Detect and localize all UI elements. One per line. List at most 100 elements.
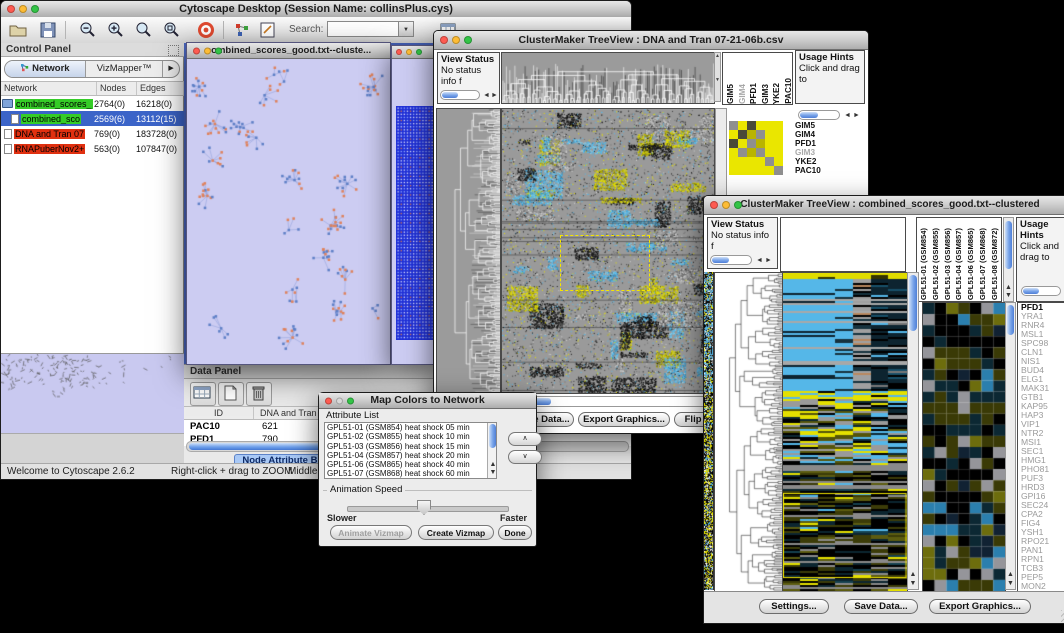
zoom-icon[interactable] (734, 201, 742, 209)
minimize-icon[interactable] (204, 47, 211, 54)
zoom-icon[interactable] (464, 36, 472, 44)
treeview-combined-titlebar[interactable]: ClusterMaker TreeView : combined_scores_… (704, 196, 1064, 215)
scroll-down-icon[interactable]: ▼ (488, 469, 497, 476)
minimize-icon[interactable] (452, 36, 460, 44)
attribute-item[interactable]: GPL51-06 (GSM865) heat shock 40 min (325, 460, 496, 469)
close-icon[interactable] (325, 397, 332, 404)
save-icon[interactable] (37, 20, 59, 40)
network-nodes-icon[interactable] (231, 20, 253, 40)
attribute-item[interactable]: GPL51-03 (GSM856) heat shock 15 min (325, 442, 496, 451)
minimize-icon[interactable] (406, 49, 412, 55)
status-scrollbar[interactable] (710, 255, 752, 265)
attribute-item[interactable]: GPL51-02 (GSM855) heat shock 10 min (325, 432, 496, 441)
network-view-titlebar[interactable]: combined_scores_good.txt--cluste... (187, 43, 390, 59)
zoom-fit-icon[interactable] (161, 20, 183, 40)
open-file-icon[interactable] (7, 20, 29, 40)
close-icon[interactable] (396, 49, 402, 55)
zoom-icon[interactable] (416, 49, 422, 55)
scroll-down-icon[interactable]: ▼ (908, 580, 918, 587)
zoom-out-icon[interactable] (77, 20, 99, 40)
close-icon[interactable] (440, 36, 448, 44)
zoom-selected-icon[interactable] (133, 20, 155, 40)
scroll-right-icon[interactable]: ► (765, 256, 772, 265)
dialog-titlebar[interactable]: Map Colors to Network (319, 393, 536, 409)
network-row[interactable]: combined_scores_2764(0)16218(0) (1, 96, 184, 111)
export-graphics-button[interactable]: Export Graphics... (578, 412, 670, 427)
labels-vscrollbar[interactable]: ▲ ▼ (1003, 217, 1014, 302)
scrollbar-thumb[interactable] (442, 92, 458, 98)
tab-vizmapper[interactable]: VizMapper™ (86, 61, 163, 77)
zoom-heatmap[interactable] (729, 121, 783, 175)
network-row[interactable]: DNA and Tran 07769(0)183728(0) (1, 126, 184, 141)
network-graph-canvas[interactable] (187, 59, 388, 363)
scrollbar-thumb[interactable] (909, 275, 917, 331)
float-panel-icon[interactable] (168, 45, 179, 56)
scrollbar-thumb[interactable] (1005, 221, 1012, 269)
heatmap-selection-box[interactable] (560, 235, 650, 291)
scrollbar-thumb[interactable] (1023, 288, 1039, 294)
row-dendrogram[interactable] (714, 272, 783, 592)
scroll-down-icon[interactable]: ▼ (1006, 580, 1015, 587)
usage-scrollbar[interactable] (1021, 286, 1061, 296)
scroll-right-icon[interactable]: ► (853, 111, 860, 120)
cytoscape-titlebar[interactable]: Cytoscape Desktop (Session Name: collins… (1, 1, 631, 18)
attribute-item[interactable]: GPL51-01 (GSM854) heat shock 05 min (325, 423, 496, 432)
network-view-titlebar[interactable] (392, 46, 438, 59)
minimize-icon[interactable] (19, 5, 27, 13)
tab-overflow-icon[interactable]: ▶ (163, 61, 179, 77)
scrollbar-thumb[interactable] (800, 112, 818, 118)
heatmap-vscrollbar[interactable]: ▲ ▼ (907, 272, 919, 590)
network-row[interactable]: combined_sco2569(6)13112(15) (1, 111, 184, 126)
zoom-heatmap[interactable] (922, 302, 1006, 592)
scroll-up-icon[interactable]: ▲ (1004, 284, 1013, 291)
delete-attribute-trash-icon[interactable] (246, 382, 272, 406)
dense-network-canvas[interactable] (396, 106, 434, 340)
scrollbar-thumb[interactable] (1007, 305, 1014, 335)
close-icon[interactable] (193, 47, 200, 54)
attribute-item[interactable]: GPL51-04 (GSM857) heat shock 20 min (325, 451, 496, 460)
minimize-icon[interactable] (336, 397, 343, 404)
annotation-icon[interactable] (257, 20, 279, 40)
save-data-button[interactable]: Save Data... (844, 599, 918, 614)
row-dendrogram[interactable] (436, 108, 501, 394)
done-button[interactable]: Done (498, 525, 532, 540)
scroll-up-icon[interactable]: ▲ (908, 571, 918, 578)
global-pixel-strip[interactable] (704, 272, 714, 590)
animate-vizmap-button[interactable]: Animate Vizmap (330, 525, 412, 540)
zoom-icon[interactable] (31, 5, 39, 13)
search-input[interactable] (327, 21, 399, 37)
scroll-down-icon[interactable]: ▼ (1004, 292, 1013, 299)
minimize-icon[interactable] (722, 201, 730, 209)
slider-thumb[interactable] (417, 500, 431, 515)
list-vscrollbar[interactable]: ▲ ▼ (487, 423, 497, 478)
column-dendrogram[interactable] (501, 52, 715, 104)
new-attribute-icon[interactable] (218, 382, 244, 406)
create-vizmap-button[interactable]: Create Vizmap (418, 525, 494, 540)
usage-scrollbar[interactable] (798, 110, 840, 120)
zoom-icon[interactable] (215, 47, 222, 54)
zoom-vscrollbar[interactable]: ▲ ▼ (1005, 302, 1016, 590)
attribute-item[interactable]: GPL51-07 (GSM868) heat shock 60 min (325, 469, 496, 478)
close-icon[interactable] (710, 201, 718, 209)
export-graphics-button[interactable]: Export Graphics... (929, 599, 1031, 614)
settings-button[interactable]: Settings... (759, 599, 829, 614)
help-lifesaver-icon[interactable] (195, 20, 217, 40)
move-down-button[interactable]: ∨ (508, 450, 542, 464)
scroll-up-icon[interactable]: ▲ (1006, 571, 1015, 578)
scroll-left-icon[interactable]: ◄ (844, 111, 851, 120)
attribute-list[interactable]: GPL51-01 (GSM854) heat shock 05 minGPL51… (324, 422, 497, 479)
tab-network[interactable]: Network (5, 61, 86, 77)
search-dropdown-icon[interactable]: ▼ (399, 21, 414, 37)
close-icon[interactable] (7, 5, 15, 13)
status-scrollbar[interactable] (440, 90, 480, 100)
zoom-in-icon[interactable] (105, 20, 127, 40)
heatmap-global-view[interactable] (782, 272, 908, 592)
scroll-left-icon[interactable]: ◄ (756, 256, 763, 265)
network-row[interactable]: RNAPuberNov2+563(0)107847(0) (1, 141, 184, 156)
attribute-select-icon[interactable] (190, 382, 216, 406)
scrollbar-thumb[interactable] (712, 257, 729, 263)
scroll-left-icon[interactable]: ◄ (483, 91, 490, 100)
scroll-up-icon[interactable]: ▲ (488, 461, 497, 468)
scrollbar-thumb[interactable] (489, 424, 496, 448)
scroll-right-icon[interactable]: ► (491, 91, 498, 100)
